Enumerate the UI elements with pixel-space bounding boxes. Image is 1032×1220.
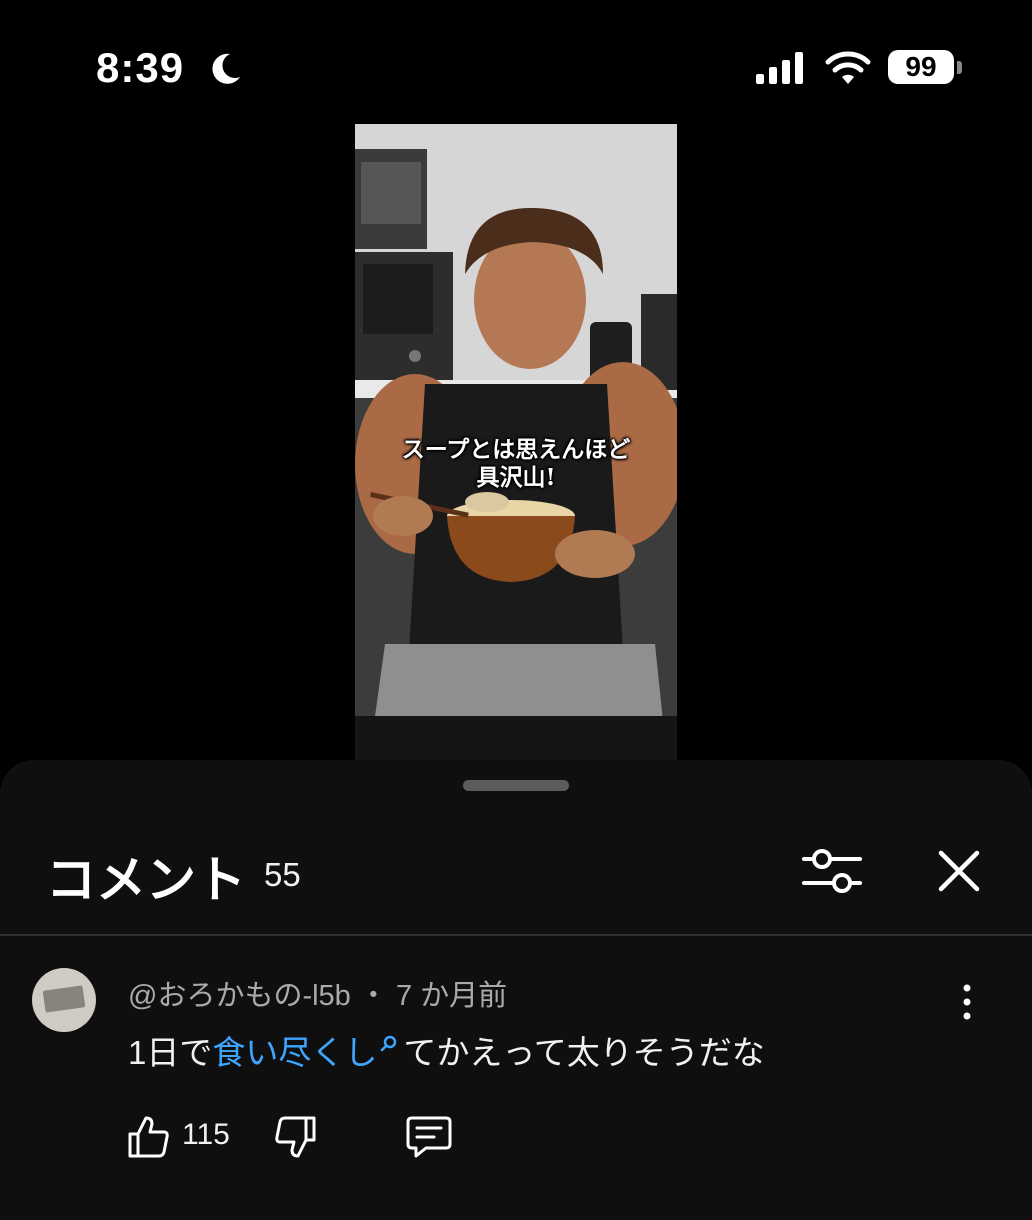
thumbs-up-icon[interactable] (124, 1112, 172, 1160)
comments-count: 55 (264, 856, 301, 893)
video-caption-line1: スープとは思えんほど (401, 436, 631, 463)
video-caption-line2: 具沢山! (476, 464, 556, 491)
video-player[interactable]: スープとは思えんほど 具沢山! (355, 124, 677, 760)
divider (0, 934, 1032, 936)
battery-tip (957, 61, 962, 74)
comment-text: 1日で食い尽くし てかえって太りそうだな (128, 1026, 765, 1074)
comment-author[interactable]: @おろかもの-l5b (128, 980, 351, 1012)
thumbs-down-icon[interactable] (272, 1114, 320, 1162)
meta-separator: ・ (358, 980, 388, 1012)
battery-percent: 99 (888, 50, 954, 84)
avatar-image (42, 985, 86, 1013)
more-vert-icon[interactable] (952, 982, 982, 1022)
search-link-label[interactable]: 食い尽くし (212, 1034, 377, 1071)
like-count: 115 (182, 1118, 230, 1151)
avatar[interactable] (32, 968, 96, 1032)
comment-search-link[interactable]: 食い尽くし (212, 1034, 403, 1071)
reply-icon[interactable] (404, 1112, 454, 1160)
comments-title: コメント (46, 852, 246, 908)
comment-meta: @おろかもの-l5b ・ 7 か月前 (128, 972, 507, 1014)
moon-icon (212, 53, 240, 84)
search-icon[interactable] (379, 1034, 399, 1054)
close-icon[interactable] (932, 844, 986, 898)
comment-time: 7 か月前 (395, 980, 508, 1012)
comment-text-after: てかえって太りそうだな (403, 1034, 765, 1071)
sheet-drag-handle[interactable] (463, 780, 569, 791)
comment-text-before: 1日で (128, 1034, 213, 1071)
wifi-icon (825, 51, 871, 84)
battery-icon: 99 (888, 50, 966, 86)
status-time: 8:39 (96, 44, 185, 91)
status-bar: 8:39 99 (0, 0, 1032, 120)
comments-sheet: コメント 55 @おろかもの-l5b ・ 7 か月前 1日で食い尽くし てかえって… (0, 760, 1032, 1220)
filter-icon[interactable] (800, 844, 864, 898)
cellular-signal-icon (756, 52, 803, 84)
